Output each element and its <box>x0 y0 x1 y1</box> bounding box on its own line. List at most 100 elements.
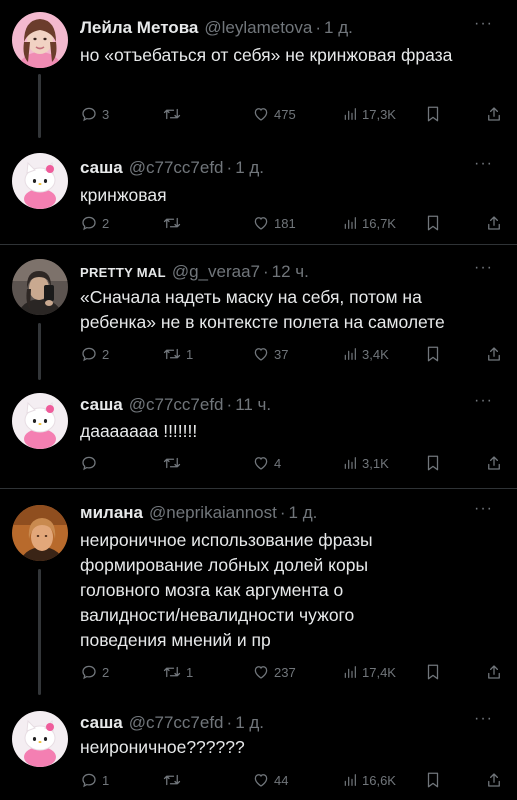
views-chart-icon <box>342 346 358 362</box>
reply-thread-feed: Лейла Метова @leylametova · 1 д. ··· но … <box>0 0 517 800</box>
user-handle[interactable]: @c77cc7efd <box>129 158 224 178</box>
bookmark-icon <box>425 105 441 123</box>
avatar[interactable] <box>12 153 68 209</box>
display-name[interactable]: саша <box>80 395 123 415</box>
views-chart-icon <box>342 772 358 788</box>
retweet-button[interactable]: 1 <box>162 343 193 365</box>
reply-count: 2 <box>102 346 110 362</box>
heart-icon <box>252 105 270 123</box>
reply-button[interactable]: 2 <box>80 343 109 365</box>
display-name[interactable]: PRETTY MAL <box>80 265 166 280</box>
retweet-button[interactable] <box>162 103 186 125</box>
timestamp[interactable]: 1 д. <box>324 18 353 38</box>
like-button[interactable]: 237 <box>252 661 296 683</box>
user-handle[interactable]: @neprikaiannost <box>149 503 277 523</box>
like-button[interactable]: 475 <box>252 103 296 125</box>
user-handle[interactable]: @c77cc7efd <box>129 395 224 415</box>
timestamp[interactable]: 1 д. <box>235 158 264 178</box>
share-button[interactable] <box>485 452 503 474</box>
views-button[interactable]: 16,7K <box>342 212 396 234</box>
bookmark-button[interactable] <box>425 661 441 683</box>
display-name[interactable]: милана <box>80 503 143 523</box>
display-name[interactable]: саша <box>80 158 123 178</box>
avatar-image <box>12 12 68 68</box>
like-count: 37 <box>274 346 289 362</box>
view-count: 3,1K <box>362 455 389 471</box>
avatar[interactable] <box>12 505 68 561</box>
timestamp[interactable]: 1 д. <box>235 713 264 733</box>
tweet[interactable]: саша @c77cc7efd · 1 д. ··· неироничное??… <box>0 695 517 800</box>
heart-icon <box>252 214 270 232</box>
reply-button[interactable]: 1 <box>80 769 109 791</box>
user-handle[interactable]: @leylametova <box>204 18 312 38</box>
like-button[interactable]: 44 <box>252 769 288 791</box>
more-options-icon[interactable]: ··· <box>474 155 493 173</box>
views-button[interactable]: 3,1K <box>342 452 389 474</box>
tweet[interactable]: саша @c77cc7efd · 1 д. ··· кринжовая 2 1… <box>0 140 517 244</box>
views-button[interactable]: 16,6K <box>342 769 396 791</box>
reply-button[interactable]: 2 <box>80 661 109 683</box>
bookmark-icon <box>425 345 441 363</box>
share-button[interactable] <box>485 343 503 365</box>
reply-button[interactable]: 2 <box>80 212 109 234</box>
like-button[interactable]: 181 <box>252 212 296 234</box>
bookmark-button[interactable] <box>425 103 441 125</box>
bookmark-button[interactable] <box>425 343 441 365</box>
bookmark-button[interactable] <box>425 452 441 474</box>
timestamp[interactable]: 12 ч. <box>272 262 309 282</box>
like-count: 475 <box>274 106 296 122</box>
retweet-icon <box>162 771 182 789</box>
tweet[interactable]: Лейла Метова @leylametova · 1 д. ··· но … <box>0 0 517 140</box>
tweet[interactable]: милана @neprikaiannost · 1 д. ··· неирон… <box>0 489 517 695</box>
tweet-text: но «отъебаться от себя» не кринжовая фра… <box>80 45 453 65</box>
share-button[interactable] <box>485 212 503 234</box>
like-button[interactable]: 4 <box>252 452 281 474</box>
tweet-text: неироничное использование фразы формиров… <box>80 530 373 650</box>
avatar[interactable] <box>12 711 68 767</box>
thread-line <box>38 323 41 380</box>
display-name[interactable]: саша <box>80 713 123 733</box>
heart-icon <box>252 345 270 363</box>
share-button[interactable] <box>485 769 503 791</box>
reply-icon <box>80 663 98 681</box>
share-button[interactable] <box>485 661 503 683</box>
view-count: 3,4K <box>362 346 389 362</box>
bookmark-button[interactable] <box>425 212 441 234</box>
separator-dot: · <box>226 395 233 414</box>
more-options-icon[interactable]: ··· <box>474 259 493 277</box>
views-chart-icon <box>342 215 358 231</box>
share-button[interactable] <box>485 103 503 125</box>
timestamp[interactable]: 1 д. <box>289 503 318 523</box>
more-options-icon[interactable]: ··· <box>474 710 493 728</box>
views-chart-icon <box>342 664 358 680</box>
avatar[interactable] <box>12 12 68 68</box>
reply-button[interactable]: 3 <box>80 103 109 125</box>
views-chart-icon <box>342 106 358 122</box>
display-name[interactable]: Лейла Метова <box>80 18 198 38</box>
tweet[interactable]: PRETTY MAL @g_veraa7 · 12 ч. ··· «Сначал… <box>0 245 517 380</box>
timestamp[interactable]: 11 ч. <box>235 395 271 415</box>
tweet-header: саша @c77cc7efd · 1 д. ··· <box>80 155 505 179</box>
views-button[interactable]: 17,4K <box>342 661 396 683</box>
more-options-icon[interactable]: ··· <box>474 15 493 33</box>
retweet-button[interactable]: 1 <box>162 661 193 683</box>
retweet-button[interactable] <box>162 212 186 234</box>
avatar[interactable] <box>12 259 68 315</box>
views-button[interactable]: 17,3K <box>342 103 396 125</box>
avatar[interactable] <box>12 393 68 449</box>
bookmark-button[interactable] <box>425 769 441 791</box>
user-handle[interactable]: @c77cc7efd <box>129 713 224 733</box>
more-options-icon[interactable]: ··· <box>474 392 493 410</box>
like-button[interactable]: 37 <box>252 343 288 365</box>
hello-kitty-plush-image <box>12 393 68 449</box>
views-button[interactable]: 3,4K <box>342 343 389 365</box>
action-bar: 2 1 237 17,4K <box>80 661 505 683</box>
retweet-button[interactable] <box>162 452 186 474</box>
tweet[interactable]: саша @c77cc7efd · 11 ч. ··· даааааaa !!!… <box>0 380 517 488</box>
more-options-icon[interactable]: ··· <box>474 500 493 518</box>
hello-kitty-plush-image <box>12 153 68 209</box>
retweet-button[interactable] <box>162 769 186 791</box>
separator-dot: · <box>315 18 322 37</box>
user-handle[interactable]: @g_veraa7 <box>172 262 260 282</box>
reply-button[interactable] <box>80 452 102 474</box>
